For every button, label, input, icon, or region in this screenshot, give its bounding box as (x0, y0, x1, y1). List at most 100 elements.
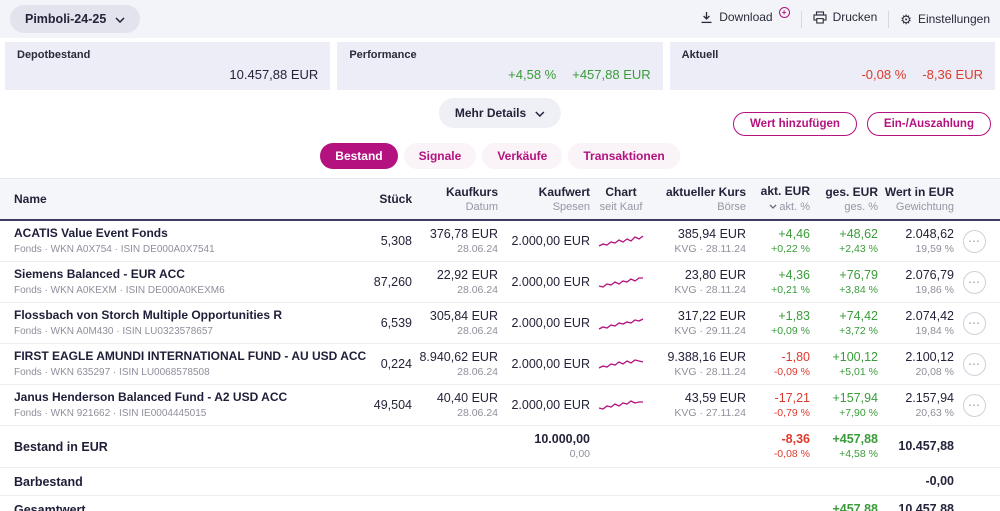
wert-cell: 2.048,6219,59 % (884, 227, 954, 256)
tabs: Bestand Signale Verkäufe Transaktionen (0, 138, 1000, 178)
tab-transaktionen[interactable]: Transaktionen (568, 143, 679, 169)
download-label: Download (719, 11, 772, 24)
barbestand-wert: -0,00 (884, 474, 954, 489)
fund-meta: Fonds · WKN 635297 · ISIN LU0068578508 (14, 366, 354, 379)
fund-name[interactable]: FIRST EAGLE AMUNDI INTERNATIONAL FUND - … (14, 349, 354, 364)
kaufkurs-cell: 376,78 EUR28.06.24 (418, 227, 498, 256)
kaufkurs-cell: 22,92 EUR28.06.24 (418, 268, 498, 297)
total-wert: 10.457,88 (884, 439, 954, 454)
kurs-cell: 317,22 EURKVG · 29.11.24 (652, 309, 746, 338)
deposit-withdraw-button[interactable]: Ein-/Auszahlung (867, 112, 991, 136)
col-kaufkurs[interactable]: KaufkursDatum (418, 185, 498, 214)
total-akt-eur: -8,36 (752, 432, 810, 447)
wert-cell: 2.157,9420,63 % (884, 391, 954, 420)
divider (888, 11, 889, 28)
row-menu-button[interactable]: ⋯ (963, 271, 986, 294)
ges-cell: +100,12+5,01 % (816, 350, 878, 379)
fund-name[interactable]: ACATIS Value Event Fonds (14, 226, 354, 241)
fund-name[interactable]: Janus Henderson Balanced Fund - A2 USD A… (14, 390, 354, 405)
kaufwert-cell: 2.000,00 EUR (504, 234, 590, 249)
download-icon (700, 11, 713, 27)
total-ges-pct: +4,58 % (816, 448, 878, 461)
total-row-gesamtwert: Gesamtwert +457,88 10.457,88 (0, 496, 1000, 511)
topbar: Pimboli-24-25 Download + Drucken ⚙ Einst… (0, 0, 1000, 38)
row-menu-button[interactable]: ⋯ (963, 230, 986, 253)
portfolio-name: Pimboli-24-25 (25, 12, 106, 26)
aktuell-percent: -0,08 % (861, 67, 906, 82)
card-label: Aktuell (682, 49, 983, 61)
tab-signale[interactable]: Signale (404, 143, 477, 169)
akt-cell: +4,46+0,22 % (752, 227, 810, 256)
kurs-cell: 43,59 EURKVG · 27.11.24 (652, 391, 746, 420)
total-label: Gesamtwert (14, 503, 354, 511)
fund-name[interactable]: Flossbach von Storch Multiple Opportunit… (14, 308, 354, 323)
sparkline-chart[interactable] (596, 355, 646, 373)
print-label: Drucken (833, 11, 878, 24)
ges-cell: +76,79+3,84 % (816, 268, 878, 297)
gesamt-ges-eur: +457,88 (816, 502, 878, 511)
table-row: FIRST EAGLE AMUNDI INTERNATIONAL FUND - … (0, 344, 1000, 385)
stueck-cell: 87,260 (360, 275, 412, 290)
holdings-table: Name Stück KaufkursDatum KaufwertSpesen … (0, 178, 1000, 511)
total-row-bestand: Bestand in EUR 10.000,000,00 -8,36-0,08 … (0, 426, 1000, 468)
kaufwert-cell: 2.000,00 EUR (504, 316, 590, 331)
chevron-down-icon (115, 12, 125, 26)
tab-bestand[interactable]: Bestand (320, 143, 397, 169)
ges-cell: +157,94+7,90 % (816, 391, 878, 420)
sparkline-chart[interactable] (596, 396, 646, 414)
wert-cell: 2.100,1220,08 % (884, 350, 954, 379)
col-akt-kurs[interactable]: aktueller KursBörse (652, 185, 746, 214)
row-menu-button[interactable]: ⋯ (963, 353, 986, 376)
col-kaufwert[interactable]: KaufwertSpesen (504, 185, 590, 214)
kaufkurs-cell: 40,40 EUR28.06.24 (418, 391, 498, 420)
mid-row: Mehr Details Wert hinzufügen Ein-/Auszah… (0, 94, 1000, 138)
sparkline-chart[interactable] (596, 273, 646, 291)
summary-cards: Depotbestand 10.457,88 EUR Performance +… (0, 38, 1000, 94)
stueck-cell: 0,224 (360, 357, 412, 372)
settings-button[interactable]: ⚙ Einstellungen (900, 11, 990, 28)
settings-label: Einstellungen (918, 13, 990, 26)
total-akt-pct: -0,08 % (752, 448, 810, 461)
gesamt-wert: 10.457,88 (884, 502, 954, 511)
col-chart[interactable]: Chartseit Kauf (596, 185, 646, 214)
fund-name[interactable]: Siemens Balanced - EUR ACC (14, 267, 354, 282)
tab-verkaeufe[interactable]: Verkäufe (482, 143, 562, 169)
akt-cell: -1,80-0,09 % (752, 350, 810, 379)
card-label: Depotbestand (17, 49, 318, 61)
wert-cell: 2.074,4219,84 % (884, 309, 954, 338)
ellipsis-icon: ⋯ (968, 234, 980, 248)
table-row: Flossbach von Storch Multiple Opportunit… (0, 303, 1000, 344)
depotbestand-value: 10.457,88 EUR (229, 67, 318, 82)
download-button[interactable]: Download + (700, 9, 789, 29)
stueck-cell: 5,308 (360, 234, 412, 249)
row-menu-button[interactable]: ⋯ (963, 312, 986, 335)
col-ges-eur[interactable]: ges. EURges. % (816, 185, 878, 214)
total-kaufwert: 10.000,00 (504, 432, 590, 447)
ellipsis-icon: ⋯ (968, 357, 980, 371)
total-label: Bestand in EUR (14, 440, 354, 454)
ellipsis-icon: ⋯ (968, 398, 980, 412)
printer-icon (813, 11, 827, 27)
akt-cell: -17,21-0,79 % (752, 391, 810, 420)
portfolio-selector[interactable]: Pimboli-24-25 (10, 5, 140, 33)
col-stueck[interactable]: Stück (360, 192, 412, 207)
total-spesen: 0,00 (504, 448, 590, 461)
print-button[interactable]: Drucken (813, 9, 878, 29)
kaufwert-cell: 2.000,00 EUR (504, 275, 590, 290)
table-row: ACATIS Value Event Fonds Fonds · WKN A0X… (0, 221, 1000, 262)
add-value-button[interactable]: Wert hinzufügen (733, 112, 857, 136)
sparkline-chart[interactable] (596, 314, 646, 332)
total-label: Barbestand (14, 475, 354, 489)
sparkline-chart[interactable] (596, 232, 646, 250)
chevron-down-icon (535, 106, 545, 120)
more-details-button[interactable]: Mehr Details (439, 98, 561, 128)
total-ges-eur: +457,88 (816, 432, 878, 447)
card-performance: Performance +4,58 % +457,88 EUR (337, 42, 662, 90)
col-akt-eur[interactable]: akt. EUR akt. % (752, 184, 810, 214)
row-menu-button[interactable]: ⋯ (963, 394, 986, 417)
col-name[interactable]: Name (14, 192, 354, 207)
col-wert[interactable]: Wert in EURGewichtung (884, 185, 954, 214)
ges-cell: +48,62+2,43 % (816, 227, 878, 256)
kurs-cell: 23,80 EURKVG · 28.11.24 (652, 268, 746, 297)
akt-cell: +4,36+0,21 % (752, 268, 810, 297)
